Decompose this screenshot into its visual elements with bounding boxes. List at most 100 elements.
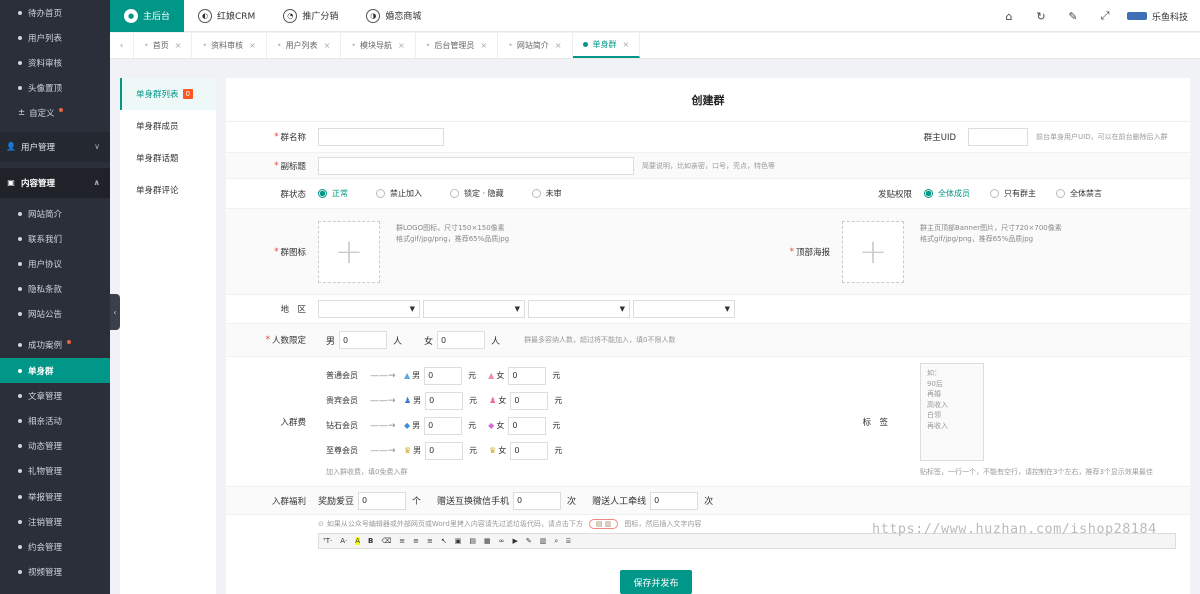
post-radio-mute[interactable]: 全体禁言 (1056, 188, 1102, 199)
refresh-icon[interactable]: ↻ (1025, 10, 1057, 23)
subtitle-input[interactable] (318, 156, 634, 175)
sidebar-item-review[interactable]: 资料审核 (0, 50, 110, 75)
sidebar-item-todo[interactable]: 待办首页 (0, 0, 110, 25)
sidebar-item-cancellation[interactable]: 注销管理 (0, 509, 110, 534)
save-publish-button[interactable]: 保存并发布 (620, 570, 692, 594)
link-icon[interactable]: ∞ (499, 537, 505, 545)
sidebar-item-contact[interactable]: 联系我们 (0, 226, 110, 251)
sidebar-item-site-intro[interactable]: 网站简介 (0, 201, 110, 226)
close-icon[interactable]: × (175, 41, 182, 50)
tabs-scroll-left-icon[interactable]: ‹ (110, 33, 134, 58)
close-icon[interactable]: × (398, 41, 405, 50)
district-select[interactable]: ▼ (528, 300, 630, 318)
fee-male-input[interactable]: 0 (425, 441, 464, 460)
paste-icon[interactable]: ▤ (469, 537, 476, 545)
sidebar-item-moments[interactable]: 动态管理 (0, 434, 110, 459)
status-radio-no-join[interactable]: 禁止加入 (376, 188, 422, 199)
status-radio-locked[interactable]: 锁定 · 隐藏 (450, 188, 504, 199)
banner-upload[interactable]: + (842, 220, 904, 283)
sidebar-item-avatar-top[interactable]: 头像置顶 (0, 76, 110, 101)
sidebar-group-content[interactable]: ▣ 内容管理 ∧ (0, 167, 110, 198)
search-icon[interactable]: ⌕ (554, 537, 558, 546)
top-nav-mall[interactable]: ◑ 婚恋商城 (352, 0, 435, 32)
top-nav-distribution[interactable]: ◔ 推广分销 (269, 0, 352, 32)
close-icon[interactable]: × (623, 40, 630, 49)
sidebar-item-custom[interactable]: ± 自定义 (0, 101, 110, 126)
source-icon[interactable]: ⌸ (566, 537, 570, 546)
submenu-group-list[interactable]: 单身群列表 0 (120, 78, 216, 110)
copy-icon[interactable]: ▥ (540, 537, 547, 545)
male-limit-input[interactable]: 0 (339, 331, 388, 349)
fee-female-input[interactable]: 0 (508, 416, 547, 435)
tab-singles-group[interactable]: 单身群 × (572, 33, 641, 58)
female-limit-input[interactable]: 0 (437, 331, 486, 349)
province-select[interactable]: ▼ (318, 300, 420, 318)
bold-icon[interactable]: B (368, 537, 373, 545)
fee-male-input[interactable]: 0 (424, 416, 463, 435)
fee-male-input[interactable]: 0 (424, 366, 463, 385)
font-size-icon[interactable]: ᵀT· (323, 537, 332, 545)
highlight-icon[interactable]: A (355, 537, 361, 545)
tab-review[interactable]: • 资料审核 × (192, 33, 267, 58)
fee-female-input[interactable]: 0 (508, 366, 547, 385)
align-right-icon[interactable]: ≡ (427, 537, 433, 545)
post-radio-owner[interactable]: 只有群主 (990, 188, 1036, 199)
tab-home[interactable]: • 首页 × (134, 33, 193, 58)
sidebar-collapse-handle[interactable]: ‹ (110, 294, 120, 330)
clear-cache-icon[interactable]: ✎ (1057, 10, 1089, 23)
sidebar-item-singles-group[interactable]: 单身群 (0, 358, 110, 384)
submenu-group-comments[interactable]: 单身群评论 (120, 174, 216, 206)
sidebar-item-gifts[interactable]: 礼物管理 (0, 459, 110, 484)
sidebar-item-success-cases[interactable]: 成功案例 (0, 333, 110, 358)
close-icon[interactable]: × (555, 41, 562, 50)
image-icon[interactable]: ▣ (455, 537, 462, 545)
fee-female-input[interactable]: 0 (510, 441, 549, 460)
sidebar-item-events[interactable]: 相亲活动 (0, 408, 110, 433)
post-radio-all[interactable]: 全体成员 (924, 188, 970, 199)
font-color-icon[interactable]: A· (340, 537, 347, 545)
submenu-group-topics[interactable]: 单身群话题 (120, 142, 216, 174)
sidebar-item-articles[interactable]: 文章管理 (0, 383, 110, 408)
sidebar-item-videos[interactable]: 视频管理 (0, 560, 110, 585)
top-nav-main-admin[interactable]: ● 主后台 (110, 0, 185, 32)
eraser-icon[interactable]: ⌫ (381, 537, 391, 545)
tab-module-nav[interactable]: • 模块导航 × (341, 33, 416, 58)
align-center-icon[interactable]: ≡ (413, 537, 419, 545)
welfare-contact-input[interactable]: 0 (513, 491, 562, 510)
top-nav-crm[interactable]: ◐ 红娘CRM (184, 0, 269, 32)
status-radio-unreviewed[interactable]: 未审 (531, 188, 562, 199)
sidebar-item-notice[interactable]: 网站公告 (0, 302, 110, 327)
owner-uid-input[interactable] (968, 128, 1028, 146)
sidebar-item-user-list[interactable]: 用户列表 (0, 25, 110, 50)
brand[interactable]: 乐鱼科技 (1121, 10, 1200, 23)
welfare-beans-input[interactable]: 0 (358, 491, 407, 510)
align-left-icon[interactable]: ≡ (399, 537, 405, 545)
media-icon[interactable]: ▶ (512, 537, 517, 545)
sidebar-item-dates[interactable]: 约会管理 (0, 534, 110, 559)
tab-user-list[interactable]: • 用户列表 × (267, 33, 342, 58)
fee-female-input[interactable]: 0 (510, 391, 549, 410)
fullscreen-icon[interactable]: ⤢ (1089, 9, 1121, 23)
submenu-group-members[interactable]: 单身群成员 (120, 110, 216, 142)
sidebar-item-reports[interactable]: 举报管理 (0, 484, 110, 509)
sidebar-item-agreement[interactable]: 用户协议 (0, 251, 110, 276)
close-icon[interactable]: × (480, 41, 487, 50)
close-icon[interactable]: × (249, 41, 256, 50)
group-icon-upload[interactable]: + (318, 220, 380, 283)
cursor-icon[interactable]: ↖ (441, 537, 447, 545)
city-select[interactable]: ▼ (423, 300, 525, 318)
home-icon[interactable]: ⌂ (993, 10, 1025, 23)
group-name-input[interactable] (318, 128, 444, 146)
sidebar-item-privacy[interactable]: 隐私条款 (0, 277, 110, 302)
tab-admins[interactable]: • 后台管理员 × (416, 33, 499, 58)
paste-filter-icon[interactable]: ▤ ▥ (588, 519, 619, 529)
table-icon[interactable]: ▦ (484, 537, 491, 545)
brush-icon[interactable]: ✎ (526, 537, 532, 545)
tab-site-intro[interactable]: • 网站简介 × (498, 33, 573, 58)
welfare-matchmaker-input[interactable]: 0 (650, 491, 699, 510)
area-select[interactable]: ▼ (633, 300, 735, 318)
close-icon[interactable]: × (324, 41, 331, 50)
fee-male-input[interactable]: 0 (425, 391, 464, 410)
tags-textarea[interactable]: 如： 90后 再婚 高收入 白领 再收入 (920, 363, 984, 461)
sidebar-group-user[interactable]: 👤 用户管理 ∨ (0, 131, 110, 162)
